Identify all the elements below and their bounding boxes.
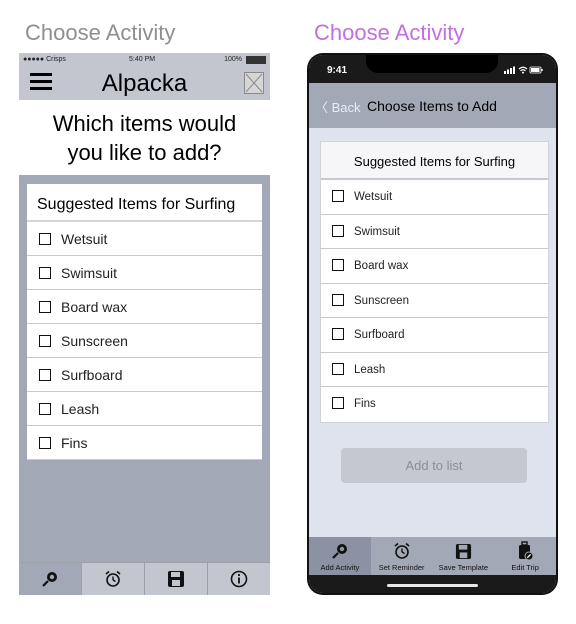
list-item[interactable]: Swimsuit (27, 256, 262, 290)
checkbox[interactable] (332, 397, 344, 409)
right-phone-mockup: 9:41 〈 Back Choose Items to Add Suggeste… (307, 53, 558, 595)
card-title: Suggested Items for Surfing (27, 184, 262, 222)
list-item[interactable]: Fins (27, 426, 262, 460)
tab-label: Add Activity (320, 563, 360, 572)
close-box-icon[interactable] (244, 72, 264, 94)
tab-edit-trip[interactable]: Edit Trip (494, 537, 556, 575)
checkbox[interactable] (332, 224, 344, 237)
list-item[interactable]: Wetsuit (321, 180, 548, 215)
list-item[interactable]: Leash (27, 392, 262, 426)
nav-bar: 〈 Back Choose Items to Add (309, 83, 556, 128)
tab-set-reminder[interactable] (82, 563, 145, 595)
list-item[interactable]: Wetsuit (27, 222, 262, 256)
add-to-list-button[interactable]: Add to list (341, 448, 527, 483)
alarm-clock-icon (394, 542, 410, 559)
item-label: Wetsuit (354, 191, 393, 203)
tab-add-activity[interactable]: Add Activity (309, 537, 371, 575)
tab-label: Set Reminder (378, 563, 425, 572)
checkbox[interactable] (332, 328, 344, 340)
list-item[interactable]: Board wax (27, 290, 262, 324)
suggested-items-card: Suggested Items for Surfing Wetsuit Swim… (27, 184, 262, 460)
status-bar: ●●●●● Crisps 5:40 PM 100% (19, 53, 270, 67)
home-indicator-area (309, 575, 556, 593)
tab-set-reminder[interactable]: Set Reminder (371, 537, 433, 575)
carrier-label: ●●●●● Crisps (23, 56, 66, 63)
tab-save-template[interactable] (145, 563, 208, 595)
item-label: Fins (354, 398, 376, 410)
left-heading: Choose Activity (25, 20, 176, 45)
question-line-1: Which items would (52, 111, 237, 136)
item-label: Leash (61, 401, 100, 417)
item-label: Swimsuit (354, 225, 401, 238)
add-activity-icon (332, 544, 347, 559)
nav-title: Choose Items to Add (367, 98, 497, 114)
home-indicator[interactable] (387, 584, 478, 587)
status-bar: 9:41 (309, 55, 556, 83)
tab-save-template[interactable]: Save Template (433, 537, 495, 575)
checkbox[interactable] (332, 259, 344, 271)
tab-info[interactable] (208, 563, 270, 595)
checkbox[interactable] (39, 369, 51, 381)
checkbox[interactable] (39, 267, 51, 279)
left-phone-mockup: ●●●●● Crisps 5:40 PM 100% Alpacka Which … (19, 53, 270, 595)
checkbox[interactable] (39, 301, 51, 313)
list-item[interactable]: Surfboard (27, 358, 262, 392)
checkbox[interactable] (332, 293, 344, 306)
item-label: Swimsuit (61, 265, 118, 281)
list-item[interactable]: Fins (321, 387, 548, 422)
list-item[interactable]: Swimsuit (321, 214, 548, 249)
question-line-2: you like to add? (67, 140, 222, 165)
checkbox[interactable] (39, 335, 51, 347)
phone-screen: 9:41 〈 Back Choose Items to Add Suggeste… (309, 55, 556, 593)
checkbox[interactable] (39, 437, 51, 449)
info-icon (230, 570, 248, 588)
battery-percent: 100% (224, 56, 242, 63)
tab-bar: Add Activity Set Reminder Save Template … (309, 537, 556, 575)
alarm-clock-icon (105, 570, 121, 587)
list-item[interactable]: Board wax (321, 249, 548, 284)
tab-label: Edit Trip (511, 563, 539, 572)
nav-bar: Alpacka (19, 67, 270, 100)
item-label: Wetsuit (61, 231, 108, 247)
checkbox[interactable] (332, 190, 344, 202)
app-title: Alpacka (101, 70, 188, 97)
item-label: Surfboard (354, 329, 405, 341)
back-button[interactable]: 〈 Back (315, 97, 361, 116)
checkbox[interactable] (39, 233, 51, 245)
item-label: Sunscreen (354, 294, 409, 307)
floppy-disk-icon (455, 543, 471, 559)
item-label: Sunscreen (61, 333, 128, 349)
luggage-edit-icon (519, 541, 534, 561)
checkbox[interactable] (39, 403, 51, 415)
question-text: Which items would you like to add? (19, 100, 270, 175)
status-icons (504, 66, 543, 74)
tab-bar (19, 562, 270, 595)
list-item[interactable]: Leash (321, 352, 548, 387)
add-activity-icon (42, 572, 57, 587)
card-title: Suggested Items for Surfing (321, 142, 548, 180)
tab-label: Save Template (438, 563, 489, 572)
battery-icon (246, 56, 266, 64)
checkbox[interactable] (332, 362, 344, 375)
list-item[interactable]: Surfboard (321, 318, 548, 353)
status-time: 9:41 (327, 65, 348, 76)
status-time: 5:40 PM (129, 56, 156, 63)
chevron-left-icon: 〈 (315, 100, 332, 115)
list-item[interactable]: Sunscreen (321, 283, 548, 318)
notch (366, 55, 498, 73)
right-heading: Choose Activity (314, 20, 465, 45)
item-label: Leash (354, 363, 386, 376)
back-label: Back (331, 100, 361, 115)
item-label: Board wax (354, 260, 409, 272)
item-label: Fins (61, 435, 88, 451)
tab-add-activity[interactable] (19, 563, 82, 595)
suggested-items-card: Suggested Items for Surfing Wetsuit Swim… (320, 141, 549, 423)
item-label: Surfboard (61, 367, 123, 383)
list-item[interactable]: Sunscreen (27, 324, 262, 358)
item-label: Board wax (61, 299, 128, 315)
floppy-disk-icon (168, 571, 184, 587)
